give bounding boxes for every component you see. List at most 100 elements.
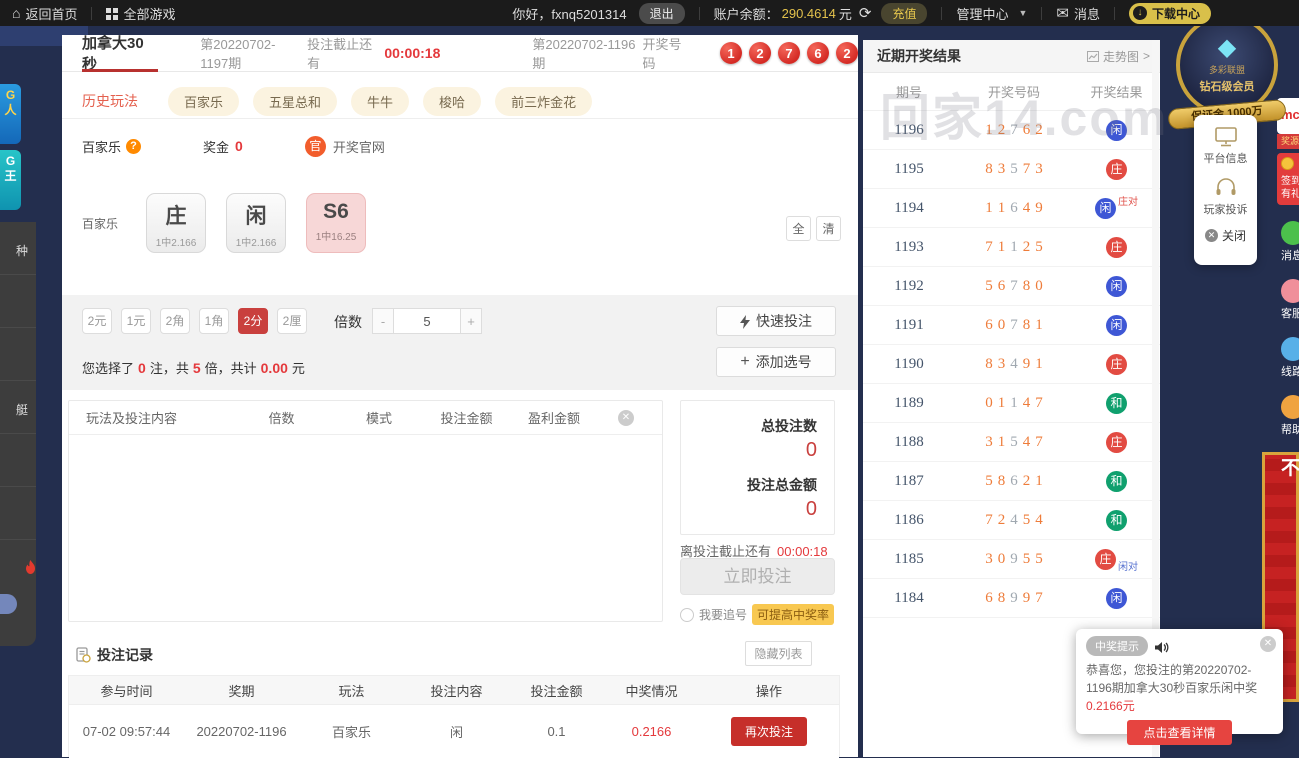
chase-checkbox[interactable] <box>680 607 694 622</box>
result-digits: 01147 <box>955 395 1073 412</box>
player-complaint-link[interactable]: 玩家投诉 <box>1194 201 1257 217</box>
result-digit: 6 <box>985 589 993 606</box>
close-icon: ✕ <box>1204 229 1218 242</box>
result-row: 1188 3 1 5 4 7 庄 <box>863 423 1160 462</box>
left-menu-item[interactable] <box>0 275 36 328</box>
left-menu-item[interactable] <box>0 434 36 487</box>
result-pair-tag: 闲对 <box>1118 561 1138 573</box>
speaker-icon[interactable] <box>1155 638 1169 653</box>
bet-again-button[interactable]: 再次投注 <box>730 717 807 746</box>
tab-百家乐[interactable]: 百家乐 <box>168 86 240 116</box>
edge-item-label: 帮助 <box>1281 424 1299 436</box>
amount-chip-2角[interactable]: 2角 <box>160 308 190 334</box>
help-icon[interactable]: ? <box>126 138 142 154</box>
left-menu-item[interactable] <box>0 487 36 540</box>
result-digit: 8 <box>985 355 993 372</box>
result-label: 开奖号码 <box>642 37 682 71</box>
bet-option-name: 闲 <box>245 205 267 228</box>
left-menu-item[interactable]: 艇 <box>0 381 36 434</box>
divider <box>1041 6 1043 20</box>
result-digits: 68997 <box>955 590 1073 607</box>
all-games-link[interactable]: 全部游戏 <box>106 4 176 23</box>
stepper-minus-button[interactable]: - <box>372 308 394 334</box>
amount-chip-1角[interactable]: 1角 <box>199 308 229 334</box>
bet-option-闲[interactable]: 闲 1中2.166 <box>226 193 286 253</box>
result-digit: 8 <box>985 160 993 177</box>
recent-results-title: 近期开奖结果 <box>877 48 961 64</box>
signin-gift-button[interactable]: 签到 有礼 <box>1277 153 1299 205</box>
tab-牛牛[interactable]: 牛牛 <box>351 86 410 116</box>
refresh-balance-icon[interactable]: ⟳ <box>859 4 872 22</box>
play-name: 百家乐 <box>82 139 122 155</box>
bet-option-庄[interactable]: 庄 1中2.166 <box>146 193 206 253</box>
quick-bet-button[interactable]: 快速投注 <box>716 306 836 336</box>
tab-前三炸金花[interactable]: 前三炸金花 <box>495 86 593 116</box>
promo-badge-g1[interactable]: G人 <box>0 84 21 144</box>
tab-history[interactable]: 历史玩法 <box>82 91 138 111</box>
total-amount-value: 0 <box>805 498 817 520</box>
result-digit: 8 <box>1022 277 1031 294</box>
tab-梭哈[interactable]: 梭哈 <box>423 86 482 116</box>
route-icon <box>1281 337 1299 361</box>
result-pair-tag: 庄对 <box>1118 196 1138 208</box>
bet-option-S6[interactable]: S6 1中16.25 <box>306 193 366 253</box>
close-float-card-button[interactable]: ✕ 关闭 <box>1194 227 1257 244</box>
admin-center-label: 管理中心 <box>956 6 1009 22</box>
platform-info-link[interactable]: 平台信息 <box>1194 150 1257 166</box>
result-digit: 7 <box>1022 160 1031 177</box>
add-selection-button[interactable]: + 添加选号 <box>716 347 836 377</box>
countdown-label: 投注截止还有 <box>307 37 373 71</box>
clear-table-icon[interactable]: ✕ <box>618 409 634 426</box>
result-digit: 1 <box>997 199 1006 216</box>
result-period: 1188 <box>894 433 924 450</box>
result-digit: 1 <box>985 199 993 216</box>
result-outcome: 和 <box>1073 470 1160 492</box>
edge-partial-text: 不 <box>1281 458 1299 479</box>
amount-chip-2元[interactable]: 2元 <box>82 308 112 334</box>
amount-chip-1元[interactable]: 1元 <box>121 308 151 334</box>
select-all-button[interactable]: 全 <box>786 216 811 241</box>
records-header: 奖期 <box>228 683 255 699</box>
records-header: 中奖情况 <box>625 683 678 699</box>
logout-button[interactable]: 退出 <box>638 2 685 24</box>
diamond-icon: ◆ <box>1217 34 1237 61</box>
left-menu-item[interactable]: 种 <box>0 222 36 275</box>
selected-count: 0 <box>138 360 146 376</box>
result-digit: 4 <box>1022 394 1031 411</box>
edge-item-帮助[interactable]: 帮助 <box>1277 395 1299 437</box>
edge-item-客服[interactable]: 客服 <box>1277 279 1299 321</box>
trend-chart-link[interactable]: 走势图 > <box>1086 48 1150 65</box>
edge-item-线路[interactable]: 线路 <box>1277 337 1299 379</box>
messages-link[interactable]: ✉ 消息 <box>1056 4 1100 23</box>
stepper-value[interactable]: 5 <box>394 308 460 334</box>
close-popup-button[interactable]: ✕ <box>1260 636 1276 652</box>
amount-chip-2厘[interactable]: 2厘 <box>277 308 307 334</box>
result-digit: 7 <box>1035 433 1043 450</box>
records-header: 投注金额 <box>530 683 583 699</box>
hide-list-button[interactable]: 隐藏列表 <box>745 641 812 666</box>
recharge-button[interactable]: 充值 <box>881 2 928 24</box>
all-games-label: 全部游戏 <box>123 6 176 22</box>
result-period: 1186 <box>894 511 924 528</box>
view-details-button[interactable]: 点击查看详情 <box>1127 720 1232 745</box>
result-badge: 庄 <box>1106 353 1127 375</box>
bet-now-button[interactable]: 立即投注 <box>680 558 835 595</box>
edge-item-消息[interactable]: 消息 <box>1277 221 1299 263</box>
promo-badge-g2[interactable]: G王 <box>0 150 21 210</box>
result-digit: 9 <box>1010 589 1018 606</box>
download-center-button[interactable]: ↓ 下载中心 <box>1128 2 1211 24</box>
amount-chip-2分[interactable]: 2分 <box>238 308 268 334</box>
tab-五星总和[interactable]: 五星总和 <box>253 86 338 116</box>
admin-center-menu[interactable]: 管理中心 ▼ <box>956 4 1027 23</box>
recent-results-header: 近期开奖结果 走势图 > <box>863 40 1160 73</box>
official-site-link[interactable]: 开奖官网 <box>333 137 385 156</box>
record-icon <box>76 647 91 664</box>
result-digits: 71125 <box>955 239 1073 256</box>
left-menu-item[interactable] <box>0 328 36 381</box>
chat-icon <box>1281 221 1299 245</box>
chase-badge: 可提高中奖率 <box>752 604 835 625</box>
clear-selection-button[interactable]: 清 <box>816 216 841 241</box>
stepper-plus-button[interactable]: + <box>460 308 482 334</box>
right-edge-rail: mc 奖源 签到 有礼 消息 客服 线路 帮助 不 <box>1277 98 1299 578</box>
back-home-link[interactable]: ⌂ 返回首页 <box>12 4 77 23</box>
